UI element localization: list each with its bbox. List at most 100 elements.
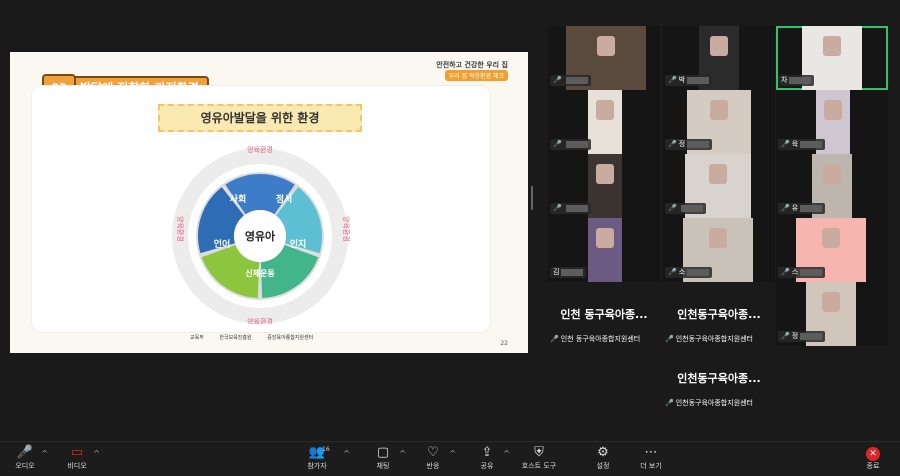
- env-label-top: 양육환경: [247, 145, 273, 154]
- slide-footer-logos: 교육부 한국보육진흥원 중앙육아종합지원센터: [190, 334, 327, 341]
- env-label-left: 양육환경: [176, 216, 185, 242]
- mic-off-icon: 🎤: [668, 204, 677, 212]
- participant-name: 유: [791, 204, 799, 212]
- participant-nameplate: 🎤: [550, 203, 591, 214]
- chevron-up-icon[interactable]: ^: [503, 449, 510, 458]
- participant-tile[interactable]: 🎤 정: [776, 282, 888, 346]
- participant-nameplate: 🎤 유: [778, 203, 826, 214]
- mic-off-icon: 🎤: [665, 335, 674, 343]
- participant-nameplate: 🎤 육: [778, 139, 826, 150]
- gear-icon: ⚙: [597, 445, 609, 460]
- participant-count: 16: [322, 446, 330, 453]
- participant-name-tile[interactable]: 인천 동구육아종... 🎤 인천 동구육아종합지원센터: [548, 286, 660, 350]
- video-button[interactable]: ▭ ^ 비디오: [52, 445, 102, 471]
- end-label: 종료: [866, 462, 880, 470]
- center-label: 영유아: [245, 229, 276, 243]
- development-diagram: 영유아 사회 정서 인지 신체운동 언어 양육환경 양육환경 양육환경 양육환경: [172, 145, 351, 324]
- participant-tile[interactable]: 🎤: [548, 26, 660, 90]
- chat-button[interactable]: ▢ ^ 채팅: [358, 445, 408, 471]
- name-redaction: [800, 204, 823, 212]
- blurred-face: [824, 100, 842, 120]
- participants-button[interactable]: 👥 16 ^ 참가자: [292, 445, 350, 471]
- split-divider-handle[interactable]: [531, 186, 533, 210]
- mic-off-icon: 🎤: [781, 268, 790, 276]
- blurred-face: [710, 100, 728, 120]
- participant-name: 김: [553, 268, 560, 276]
- settings-label: 설정: [596, 462, 610, 470]
- name-redaction: [687, 76, 710, 84]
- settings-button[interactable]: ⚙ 설정: [578, 445, 628, 471]
- mic-off-icon: 🎤: [668, 140, 677, 148]
- more-icon: ⋯: [644, 445, 658, 460]
- name-redaction: [565, 76, 588, 84]
- mic-off-icon: 🎤: [553, 204, 562, 212]
- chevron-up-icon[interactable]: ^: [449, 449, 456, 458]
- logo-kcpi: 한국보육진흥원: [219, 335, 252, 341]
- chevron-up-icon[interactable]: ^: [399, 449, 406, 458]
- name-redaction: [800, 140, 823, 148]
- participant-tile[interactable]: 🎤: [548, 154, 660, 218]
- blurred-face: [709, 228, 727, 248]
- name-redaction: [789, 76, 812, 84]
- participant-name: 정: [678, 140, 686, 148]
- participant-nameplate: 🎤 스: [778, 267, 826, 278]
- blurred-face: [822, 228, 840, 248]
- participant-nameplate: 🎤 소: [665, 267, 713, 278]
- segment-label-emotion: 정서: [276, 193, 293, 205]
- participant-nameplate: 🎤: [550, 75, 591, 86]
- segment-label-social: 사회: [230, 193, 247, 205]
- blurred-face: [596, 100, 614, 120]
- slide-page-number: 22: [500, 340, 508, 347]
- participant-tile[interactable]: 🎤 박: [663, 26, 775, 90]
- segment-label-physical: 신체운동: [245, 268, 275, 278]
- participant-nameplate: 🎤 정: [665, 139, 713, 150]
- shared-screen: 안전하고 건강한 우리 집 우리 집 적응환경 체크 발달에 적합한 가정환경 …: [10, 52, 528, 353]
- name-redaction: [680, 204, 703, 212]
- participant-nameplate: 🎤: [665, 203, 706, 214]
- share-button[interactable]: ⇪ ^ 공유: [462, 445, 512, 471]
- participant-nameplate: 김: [550, 267, 587, 278]
- participant-tile[interactable]: 🎤: [663, 154, 775, 218]
- share-label: 공유: [480, 462, 494, 470]
- participant-name-tile[interactable]: 인천동구육아종... 🎤 인천동구육아종합지원센터: [663, 350, 775, 414]
- shield-icon: ⛨: [534, 445, 544, 460]
- people-icon: 👥: [308, 445, 326, 460]
- participant-tile[interactable]: 🎤: [548, 90, 660, 154]
- slide-header-tag: 우리 집 적응환경 체크: [444, 70, 508, 81]
- logo-center: 중앙육아종합지원센터: [267, 335, 314, 341]
- participant-name: 박: [678, 76, 686, 84]
- participant-tile[interactable]: 김: [548, 218, 660, 282]
- participant-tile[interactable]: 🎤 육: [776, 90, 888, 154]
- participant-tile[interactable]: 🎤 스: [776, 218, 888, 282]
- more-button[interactable]: ⋯ 더 보기: [626, 445, 676, 471]
- mic-off-icon: 🎤: [553, 76, 562, 84]
- mic-off-icon: 🎤: [668, 76, 677, 84]
- participant-tile[interactable]: 🎤 유: [776, 154, 888, 218]
- participant-full-name: 🎤 인천동구육아종합지원센터: [665, 334, 753, 344]
- participant-nameplate: 🎤: [550, 139, 591, 150]
- name-redaction: [687, 268, 710, 276]
- chevron-up-icon[interactable]: ^: [41, 449, 48, 458]
- chevron-up-icon[interactable]: ^: [343, 449, 350, 458]
- participant-display-name: 인천동구육아종...: [677, 308, 761, 321]
- host-tools-button[interactable]: ⛨ 호스트 도구: [514, 445, 564, 471]
- participant-name-tile[interactable]: 인천동구육아종... 🎤 인천동구육아종합지원센터: [663, 286, 775, 350]
- participant-name: 차: [781, 76, 788, 84]
- participant-tile[interactable]: 🎤 소: [663, 218, 775, 282]
- end-meeting-button[interactable]: ✕ 종료: [848, 445, 898, 471]
- participant-full-name-text: 인천 동구육아종합지원센터: [560, 335, 641, 343]
- participant-name: 육: [791, 140, 799, 148]
- name-redaction: [565, 204, 588, 212]
- blurred-face: [596, 164, 614, 184]
- mic-off-icon: 🎤: [668, 268, 677, 276]
- participant-tile[interactable]: 차: [776, 26, 888, 90]
- env-label-bottom: 양육환경: [247, 317, 273, 324]
- chevron-up-icon[interactable]: ^: [93, 449, 100, 458]
- mic-off-icon: 🎤: [781, 140, 790, 148]
- blurred-face: [709, 164, 727, 184]
- audio-label: 오디오: [15, 462, 35, 470]
- reactions-button[interactable]: ♡ ^ 반응: [408, 445, 458, 471]
- audio-button[interactable]: 🎤 ^ 오디오: [0, 445, 50, 471]
- participant-full-name-text: 인천동구육아종합지원센터: [675, 335, 753, 343]
- participant-tile[interactable]: 🎤 정: [663, 90, 775, 154]
